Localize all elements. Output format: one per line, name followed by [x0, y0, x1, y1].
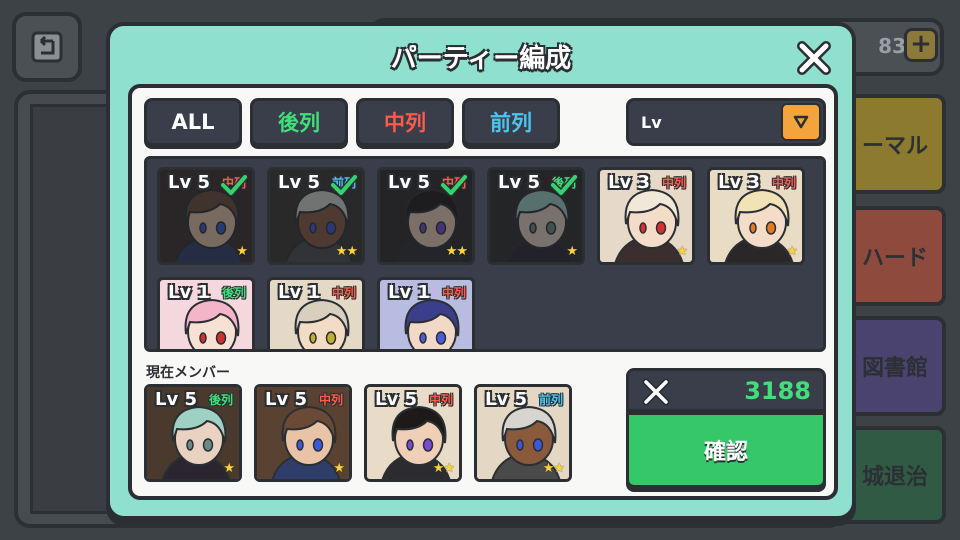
member-card[interactable]: Lv 5 中列 ★★ — [364, 384, 462, 482]
character-card[interactable]: Lv 3 中列 ★ — [597, 167, 695, 265]
filter-front-row-button[interactable]: 前列 — [462, 98, 560, 146]
row-position-label: 前列 — [538, 393, 563, 407]
star-rating-icon: ★ — [566, 244, 578, 259]
current-members-label: 現在メンバー — [146, 365, 230, 381]
row-position-label: 中列 — [331, 286, 356, 300]
filter-all-button[interactable]: ALL — [144, 98, 242, 146]
character-card[interactable]: Lv 5 中列 ★★ — [377, 167, 475, 265]
member-card[interactable]: Lv 5 後列 ★ — [144, 384, 242, 482]
crossed-swords-icon — [642, 378, 670, 406]
party-formation-modal: パーティー編成 ALL 後列 中列 前列 Lv Lv 5 中列 ★ Lv 5 前列 ★★ — [106, 22, 856, 520]
star-rating-icon: ★ — [236, 244, 248, 259]
row-position-label: 中列 — [428, 393, 453, 407]
row-position-label: 中列 — [661, 176, 686, 190]
character-card[interactable]: Lv 3 中列 ★ — [707, 167, 805, 265]
level-label: Lv 1 — [388, 282, 430, 303]
star-rating-icon: ★★ — [542, 461, 565, 476]
row-position-label: 中列 — [441, 286, 466, 300]
level-label: Lv 5 — [375, 389, 417, 410]
member-card[interactable]: Lv 5 前列 ★★ — [474, 384, 572, 482]
character-card[interactable]: Lv 5 中列 ★ — [157, 167, 255, 265]
checkmark-icon — [440, 174, 468, 196]
level-label: Lv 1 — [168, 282, 210, 303]
character-card[interactable]: Lv 5 前列 ★★ — [267, 167, 365, 265]
filter-middle-row-button[interactable]: 中列 — [356, 98, 454, 146]
checkmark-icon — [330, 174, 358, 196]
level-label: Lv 3 — [608, 172, 650, 193]
add-coins-icon: + — [904, 28, 938, 62]
return-arrow-icon — [31, 31, 63, 63]
star-rating-icon: ★ — [223, 461, 235, 476]
chevron-down-icon[interactable] — [781, 103, 821, 141]
party-power-panel: 3188 — [626, 368, 826, 412]
character-card[interactable]: Lv 1 中列 — [267, 277, 365, 349]
background-inner-panel — [30, 104, 110, 514]
character-roster-grid[interactable]: Lv 5 中列 ★ Lv 5 前列 ★★ Lv 5 中列 ★★ Lv 5 後列 ★ Lv 3 中列… — [144, 156, 826, 352]
checkmark-icon — [550, 174, 578, 196]
level-label: Lv 3 — [718, 172, 760, 193]
level-label: Lv 5 — [278, 172, 320, 193]
close-icon — [797, 41, 831, 75]
level-label: Lv 5 — [485, 389, 527, 410]
modal-title: パーティー編成 — [390, 44, 572, 74]
coin-count: 83 — [878, 34, 906, 58]
filter-back-row-button[interactable]: 後列 — [250, 98, 348, 146]
close-button[interactable] — [794, 38, 834, 78]
level-label: Lv 5 — [498, 172, 540, 193]
level-label: Lv 5 — [168, 172, 210, 193]
level-label: Lv 5 — [155, 389, 197, 410]
level-label: Lv 5 — [388, 172, 430, 193]
back-button — [12, 12, 82, 82]
star-rating-icon: ★★ — [432, 461, 455, 476]
row-position-label: 中列 — [771, 176, 796, 190]
level-label: Lv 5 — [265, 389, 307, 410]
character-card[interactable]: Lv 1 中列 — [377, 277, 475, 349]
checkmark-icon — [220, 174, 248, 196]
star-rating-icon: ★ — [333, 461, 345, 476]
character-card[interactable]: Lv 1 後列 — [157, 277, 255, 349]
row-position-label: 中列 — [318, 393, 343, 407]
party-power-value: 3188 — [744, 377, 811, 405]
star-rating-icon: ★ — [786, 244, 798, 259]
content-panel: ALL 後列 中列 前列 Lv Lv 5 中列 ★ Lv 5 前列 ★★ Lv 5 中列 ★… — [128, 84, 838, 500]
level-label: Lv 1 — [278, 282, 320, 303]
member-card[interactable]: Lv 5 中列 ★ — [254, 384, 352, 482]
sort-label: Lv — [641, 113, 662, 132]
row-position-label: 後列 — [208, 393, 233, 407]
row-position-label: 後列 — [221, 286, 246, 300]
star-rating-icon: ★★ — [445, 244, 468, 259]
star-rating-icon: ★ — [676, 244, 688, 259]
confirm-button[interactable]: 確認 — [626, 412, 826, 488]
sort-dropdown[interactable]: Lv — [626, 98, 826, 146]
character-card[interactable]: Lv 5 後列 ★ — [487, 167, 585, 265]
star-rating-icon: ★★ — [335, 244, 358, 259]
